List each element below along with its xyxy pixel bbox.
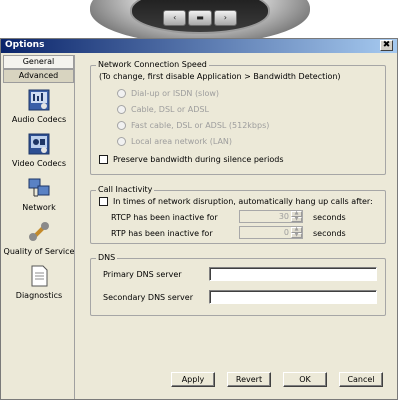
secondary-dns-label: Secondary DNS server (103, 293, 193, 302)
group-title: Network Connection Speed (96, 60, 209, 70)
primary-dns-field[interactable] (209, 267, 377, 281)
radio-dialup[interactable]: Dial-up or ISDN (slow) (117, 88, 219, 98)
close-button[interactable]: ✖ (380, 40, 393, 51)
sidebar-item-label: Audio Codecs (11, 115, 67, 124)
tab-general[interactable]: General (3, 55, 74, 69)
dialog-title: Options (5, 40, 45, 50)
radio-label: Local area network (LAN) (131, 136, 233, 146)
sidebar-item-audio-codecs[interactable]: Audio Codecs (3, 89, 75, 124)
group-title: Call Inactivity (96, 185, 155, 195)
radio-fast-cable[interactable]: Fast cable, DSL or ADSL (512kbps) (117, 120, 269, 130)
radio-cable[interactable]: Cable, DSL or ADSL (117, 104, 209, 114)
radio-label: Cable, DSL or ADSL (131, 104, 209, 114)
dns-group: DNS Primary DNS server Secondary DNS ser… (90, 253, 386, 316)
rtp-stepper[interactable]: 0 ▲ ▼ (239, 226, 303, 239)
radio-label: Fast cable, DSL or ADSL (512kbps) (131, 120, 270, 130)
sidebar-item-label: Quality of Service (3, 247, 75, 256)
checkbox-label: Preserve bandwidth during silence period… (113, 154, 284, 164)
spin-down-icon[interactable]: ▼ (291, 216, 302, 222)
titlebar: Options ✖ (1, 39, 397, 53)
video-codecs-icon (28, 133, 50, 155)
ok-button[interactable]: OK (283, 372, 327, 387)
rtp-unit: seconds (313, 229, 346, 238)
spin-down-icon[interactable]: ▼ (291, 232, 302, 238)
group-title: DNS (96, 253, 118, 263)
sidebar-item-diagnostics[interactable]: Diagnostics (3, 265, 75, 300)
hangup-checkbox[interactable]: In times of network disruption, automati… (99, 196, 373, 206)
sidebar-item-label: Network (22, 203, 56, 212)
rtp-value: 0 (283, 228, 289, 237)
tab-advanced[interactable]: Advanced (3, 69, 74, 83)
stepper-arrows[interactable]: ▲ ▼ (291, 227, 302, 238)
checkbox[interactable] (99, 196, 108, 206)
radio-lan[interactable]: Local area network (LAN) (117, 136, 232, 146)
quality-of-service-icon (28, 221, 50, 243)
sidebar-item-quality-of-service[interactable]: Quality of Service (3, 221, 75, 256)
phone-keypad: ‹ ▬ › (163, 10, 237, 26)
phone-left-key[interactable]: ‹ (163, 10, 187, 26)
revert-button[interactable]: Revert (227, 372, 271, 387)
rtp-label: RTP has been inactive for (111, 229, 213, 238)
bandwidth-note: (To change, first disable Application > … (99, 72, 341, 81)
phone-right-key[interactable]: › (213, 10, 237, 26)
radio-label: Dial-up or ISDN (slow) (131, 88, 220, 98)
stepper-arrows[interactable]: ▲ ▼ (291, 211, 302, 222)
radio-button[interactable] (117, 120, 126, 130)
checkbox-label: In times of network disruption, automati… (113, 196, 373, 206)
network-speed-group: Network Connection Speed (To change, fir… (90, 60, 386, 175)
rtcp-label: RTCP has been inactive for (111, 213, 218, 222)
options-dialog: Options ✖ General Advanced Audio Codecs (0, 38, 398, 400)
audio-codecs-icon (28, 89, 50, 111)
sidebar-item-network[interactable]: Network (3, 177, 75, 212)
sidebar-item-label: Video Codecs (11, 159, 66, 168)
phone-center-key[interactable]: ▬ (188, 10, 212, 26)
diagnostics-icon (28, 265, 50, 287)
network-icon (28, 177, 50, 199)
apply-button[interactable]: Apply (171, 372, 215, 387)
preserve-bandwidth-checkbox[interactable]: Preserve bandwidth during silence period… (99, 154, 284, 164)
secondary-dns-field[interactable] (209, 290, 377, 304)
radio-button[interactable] (117, 88, 126, 98)
cancel-button[interactable]: Cancel (339, 372, 383, 387)
checkbox[interactable] (99, 154, 108, 164)
sidebar-item-video-codecs[interactable]: Video Codecs (3, 133, 75, 168)
call-inactivity-group: Call Inactivity In times of network disr… (90, 185, 386, 244)
primary-dns-label: Primary DNS server (103, 270, 182, 279)
sidebar: General Advanced Audio Codecs Video Code… (3, 55, 75, 399)
rtcp-value: 30 (278, 212, 289, 221)
radio-button[interactable] (117, 136, 126, 146)
rtcp-stepper[interactable]: 30 ▲ ▼ (239, 210, 303, 223)
rtcp-unit: seconds (313, 213, 346, 222)
radio-button[interactable] (117, 104, 126, 114)
advanced-network-panel: Network Connection Speed (To change, fir… (77, 55, 395, 399)
sidebar-item-label: Diagnostics (15, 291, 63, 300)
